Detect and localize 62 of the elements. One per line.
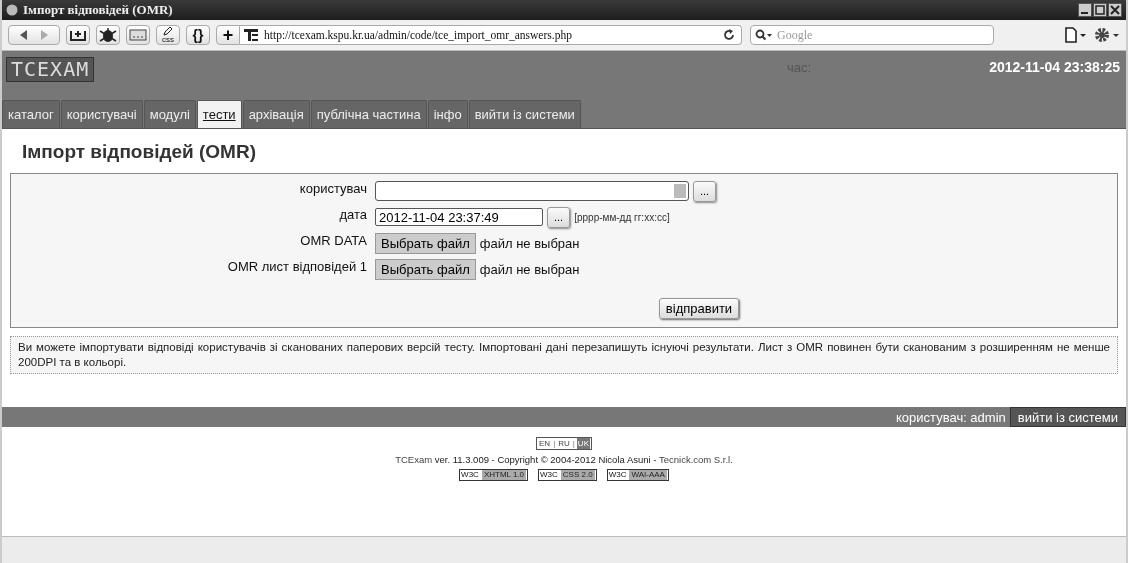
menu-tab[interactable]: модулі xyxy=(143,100,196,128)
separator: | xyxy=(572,438,575,449)
bug-icon xyxy=(99,27,117,43)
browse-button[interactable]: ... xyxy=(693,180,717,202)
reload-icon[interactable] xyxy=(723,29,735,41)
address-field[interactable]: http://tcexam.kspu.kr.ua/admin/code/tce_import_omr_answers.php xyxy=(240,25,742,45)
choose-file-button[interactable]: Выбрать файл xyxy=(375,232,476,254)
window-title: Імпорт відповідей (OMR) xyxy=(23,2,174,18)
field-label: користувач xyxy=(298,180,367,198)
separator: | xyxy=(553,438,556,449)
user-label: користувач: admin xyxy=(896,409,1006,425)
add-bookmark-button[interactable]: + xyxy=(216,25,240,45)
copyright-text: TCExam ver. 11.3.009 - Copyright © 2004-2012 Nicola Asuni - Tecnick.com S.r.l. xyxy=(395,454,733,465)
logout-button[interactable]: вийти із системи xyxy=(1009,407,1126,427)
minimize-icon[interactable] xyxy=(1078,3,1092,17)
validator-badge[interactable]: W3C XHTML 1.0 xyxy=(459,469,529,481)
pencil-icon xyxy=(163,26,173,36)
validator-badge[interactable]: W3C WAI-AAA xyxy=(606,469,669,481)
page-heading: Імпорт відповідей (OMR) xyxy=(22,141,257,163)
field-label: OMR лист відповідей 1 xyxy=(226,258,367,276)
date-field[interactable]: 2012-11-04 23:37:49 xyxy=(375,208,543,226)
site-icon xyxy=(244,29,258,41)
menu-tab[interactable]: тести xyxy=(196,100,242,128)
field-label: дата xyxy=(338,206,367,224)
search-field[interactable]: Google xyxy=(750,25,994,45)
search-icon xyxy=(755,29,773,41)
menu-tab[interactable]: інфо xyxy=(427,100,468,128)
format-hint: [рррр-мм-дд гг:хх:сс] xyxy=(574,211,670,223)
company-link[interactable]: Tecnick.com S.r.l. xyxy=(658,454,733,465)
css-button[interactable]: css xyxy=(156,25,180,45)
menu-tab[interactable]: вийти із системи xyxy=(468,100,581,128)
user-select[interactable] xyxy=(375,181,689,201)
bug-button[interactable] xyxy=(96,25,120,45)
app-icon xyxy=(6,4,18,16)
file-status: файл не выбран xyxy=(479,235,580,251)
calendar-button[interactable]: ... xyxy=(547,206,571,228)
settings-icon[interactable] xyxy=(1094,27,1120,43)
window-button[interactable] xyxy=(126,25,150,45)
language-link[interactable]: UK xyxy=(576,438,590,449)
help-text: Ви можете імпортувати відповіді користувачів зі сканованих паперових версій тесту. Імпортовані дані перезапишуть існуючі результати. Лист з OMR повинен бути сканованим з розширенням не менше 200DPI та в кольорі. xyxy=(10,336,1118,374)
submit-button[interactable]: відправити xyxy=(658,298,740,319)
clock-time: 2012-11-04 23:38:25 xyxy=(989,59,1120,75)
menu-tab[interactable]: каталог xyxy=(2,100,60,128)
tray-icon xyxy=(69,28,87,42)
source-button[interactable]: {} xyxy=(186,25,210,45)
close-icon[interactable] xyxy=(1108,3,1122,17)
menu-tab[interactable]: користувачі xyxy=(60,100,143,128)
back-forward-button[interactable] xyxy=(8,25,60,45)
language-link[interactable]: RU xyxy=(557,438,571,449)
choose-file-button[interactable]: Выбрать файл xyxy=(375,258,476,280)
file-status: файл не выбран xyxy=(479,261,580,277)
add-on-button[interactable] xyxy=(66,25,90,45)
menu-tab[interactable]: архівація xyxy=(242,100,310,128)
language-link[interactable]: EN xyxy=(538,438,552,449)
page-menu-icon[interactable] xyxy=(1064,27,1088,43)
maximize-icon[interactable] xyxy=(1093,3,1107,17)
window-icon xyxy=(129,29,147,41)
logo: TCEXAM xyxy=(6,56,95,82)
product-link[interactable]: TCExam xyxy=(395,454,433,465)
menu-tab[interactable]: публічна частина xyxy=(310,100,427,128)
validator-badge[interactable]: W3C CSS 2.0 xyxy=(538,469,597,481)
field-label: OMR DATA xyxy=(299,232,367,250)
